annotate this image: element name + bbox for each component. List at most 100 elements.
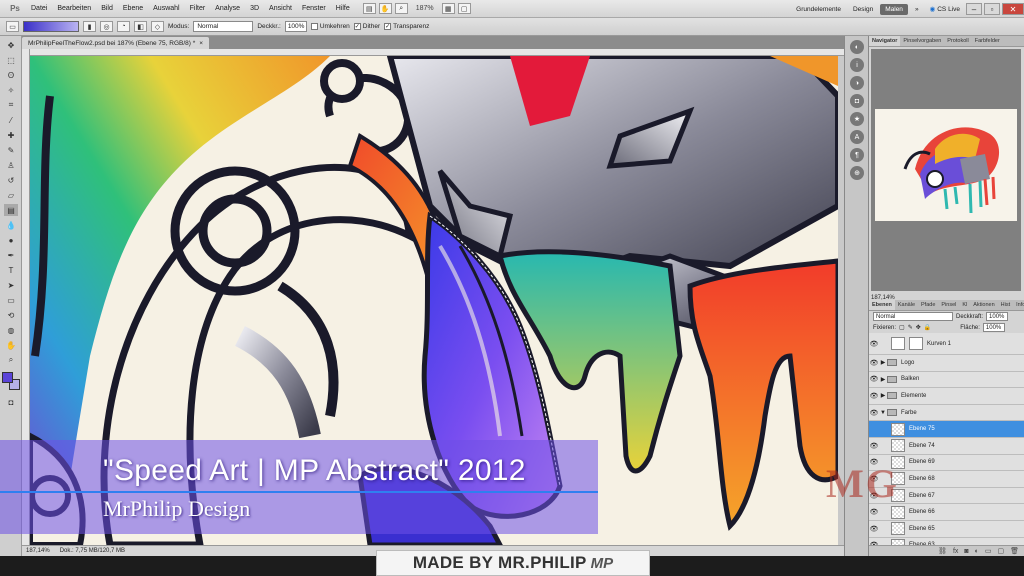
cs-live-button[interactable]: ◉ CS Live xyxy=(926,5,964,14)
history-brush-icon[interactable]: ↺ xyxy=(4,174,18,186)
navigator-preview[interactable] xyxy=(871,49,1021,291)
stamp-tool-icon[interactable]: ♙ xyxy=(4,159,18,171)
blend-mode-select[interactable]: Normal xyxy=(873,312,953,321)
visibility-eye-icon[interactable]: 👁 xyxy=(869,375,879,383)
3d-orbit-icon[interactable]: ◍ xyxy=(4,324,18,336)
status-zoom[interactable]: 187,14% xyxy=(26,548,50,554)
lock-position-icon[interactable]: ✥ xyxy=(916,324,921,331)
tab-kl[interactable]: Kl xyxy=(959,300,970,310)
menu-ebene[interactable]: Ebene xyxy=(118,5,148,12)
blur-tool-icon[interactable]: 💧 xyxy=(4,219,18,231)
tab-kanaele[interactable]: Kanäle xyxy=(895,300,918,310)
workspace-malen[interactable]: Malen xyxy=(880,3,908,15)
hand-icon[interactable]: ✋ xyxy=(4,339,18,351)
move-tool-icon[interactable]: ✥ xyxy=(4,39,18,51)
color-swatches[interactable] xyxy=(2,372,20,390)
lock-transparency-icon[interactable]: ▢ xyxy=(899,324,905,331)
layer-row[interactable]: 👁 ▶ Elemente xyxy=(869,388,1024,405)
angle-gradient-icon[interactable]: ◔ xyxy=(117,21,130,32)
tab-protokoll[interactable]: Protokoll xyxy=(944,36,971,46)
reflected-gradient-icon[interactable]: ◧ xyxy=(134,21,147,32)
menu-fenster[interactable]: Fenster xyxy=(297,5,331,12)
eraser-tool-icon[interactable]: ▱ xyxy=(4,189,18,201)
menu-ansicht[interactable]: Ansicht xyxy=(264,5,297,12)
crop-tool-icon[interactable]: ⌗ xyxy=(4,99,18,111)
tab-navigator[interactable]: Navigator xyxy=(869,36,901,46)
menu-3d[interactable]: 3D xyxy=(245,5,264,12)
reverse-checkbox[interactable]: Umkehren xyxy=(310,23,350,30)
add-mask-icon[interactable]: ◙ xyxy=(964,548,968,555)
menu-bild[interactable]: Bild xyxy=(96,5,118,12)
fill-field[interactable]: 100% xyxy=(982,323,1005,332)
adjustment-layer-icon[interactable]: ◐ xyxy=(975,548,979,555)
arrange-documents-icon[interactable]: ▦ xyxy=(441,3,455,14)
info-panel-icon[interactable]: i xyxy=(850,58,864,72)
clone-source-icon[interactable]: ⊕ xyxy=(850,166,864,180)
opacity-field[interactable]: 100% xyxy=(284,21,307,32)
menu-hilfe[interactable]: Hilfe xyxy=(331,5,355,12)
workspace-grundelemente[interactable]: Grundelemente xyxy=(791,4,846,15)
diamond-gradient-icon[interactable]: ◇ xyxy=(151,21,164,32)
lock-pixels-icon[interactable]: ✎ xyxy=(908,324,913,331)
visibility-eye-icon[interactable]: 👁 xyxy=(869,525,879,533)
gradient-tool-active-icon[interactable]: ▤ xyxy=(4,204,18,216)
new-layer-icon[interactable]: ▢ xyxy=(997,547,1004,555)
tab-info[interactable]: Info xyxy=(1013,300,1024,310)
lock-all-icon[interactable]: 🔒 xyxy=(924,324,931,331)
menu-bearbeiten[interactable]: Bearbeiten xyxy=(52,5,96,12)
transparency-check-icon[interactable]: ✓ xyxy=(384,23,392,30)
dodge-tool-icon[interactable]: ● xyxy=(4,234,18,246)
layer-style-icon[interactable]: fx xyxy=(953,548,958,555)
expand-triangle-icon[interactable]: ▶ xyxy=(879,359,887,366)
marquee-tool-icon[interactable]: ⬚ xyxy=(4,54,18,66)
visibility-eye-icon[interactable]: 👁 xyxy=(869,359,879,367)
paragraph-panel-icon[interactable]: ¶ xyxy=(850,148,864,162)
visibility-eye-icon[interactable]: 👁 xyxy=(869,340,879,348)
layer-row-selected[interactable]: Ebene 75 xyxy=(869,421,1024,438)
dither-check-icon[interactable]: ✓ xyxy=(353,23,361,30)
3d-rotate-icon[interactable]: ⟲ xyxy=(4,309,18,321)
character-panel-icon[interactable]: A xyxy=(850,130,864,144)
tab-hist[interactable]: Hist xyxy=(998,300,1013,310)
expand-triangle-icon[interactable]: ▶ xyxy=(879,376,887,383)
path-selection-icon[interactable]: ➤ xyxy=(4,279,18,291)
masks-panel-icon[interactable]: ◘ xyxy=(850,94,864,108)
menu-analyse[interactable]: Analyse xyxy=(210,5,245,12)
minimize-button[interactable]: – xyxy=(966,3,982,15)
linear-gradient-icon[interactable]: ▮ xyxy=(83,21,96,32)
expand-triangle-icon[interactable]: ▶ xyxy=(879,392,887,399)
zoom-tool-icon[interactable]: ⌕ xyxy=(394,3,408,14)
screen-mode-icon[interactable]: ▢ xyxy=(457,3,471,14)
status-doc-size[interactable]: Dok.: 7,75 MB/120,7 MB xyxy=(60,548,125,554)
type-tool-icon[interactable]: T xyxy=(4,264,18,276)
gradient-tool-icon[interactable]: ▭ xyxy=(6,21,19,32)
restore-button[interactable]: ▫ xyxy=(984,3,1000,15)
brush-tool-icon[interactable]: ✎ xyxy=(4,144,18,156)
layer-row[interactable]: 👁 Kurven 1 xyxy=(869,333,1024,355)
tab-pfade[interactable]: Pfade xyxy=(918,300,938,310)
styles-panel-icon[interactable]: ★ xyxy=(850,112,864,126)
dither-checkbox[interactable]: ✓ Dither xyxy=(353,23,380,30)
workspace-more[interactable]: » xyxy=(910,4,924,15)
visibility-eye-icon[interactable]: 👁 xyxy=(869,392,879,400)
tab-aktionen[interactable]: Aktionen xyxy=(970,300,997,310)
quick-mask-icon[interactable]: ◘ xyxy=(4,396,18,408)
visibility-eye-icon[interactable]: 👁 xyxy=(869,409,879,417)
delete-layer-icon[interactable]: 🗑 xyxy=(1010,547,1019,555)
menu-datei[interactable]: Datei xyxy=(26,5,52,12)
close-button[interactable]: ✕ xyxy=(1002,3,1024,15)
layer-row[interactable]: 👁 Ebene 65 xyxy=(869,520,1024,538)
healing-brush-icon[interactable]: ✚ xyxy=(4,129,18,141)
magic-wand-icon[interactable]: ✧ xyxy=(4,84,18,96)
shape-tool-icon[interactable]: ▭ xyxy=(4,294,18,306)
menu-filter[interactable]: Filter xyxy=(185,5,211,12)
layer-row[interactable]: 👁 ▶ Balken xyxy=(869,371,1024,389)
tab-pinselvorgaben[interactable]: Pinselvorgaben xyxy=(900,36,944,46)
lasso-tool-icon[interactable]: ʘ xyxy=(4,69,18,81)
radial-gradient-icon[interactable]: ◎ xyxy=(100,21,113,32)
tab-ebenen[interactable]: Ebenen xyxy=(869,300,895,310)
link-layers-icon[interactable]: ⛓ xyxy=(938,547,947,555)
foreground-color[interactable] xyxy=(2,372,13,383)
gradient-picker[interactable] xyxy=(23,21,79,32)
transparency-checkbox[interactable]: ✓ Transparenz xyxy=(384,23,429,30)
